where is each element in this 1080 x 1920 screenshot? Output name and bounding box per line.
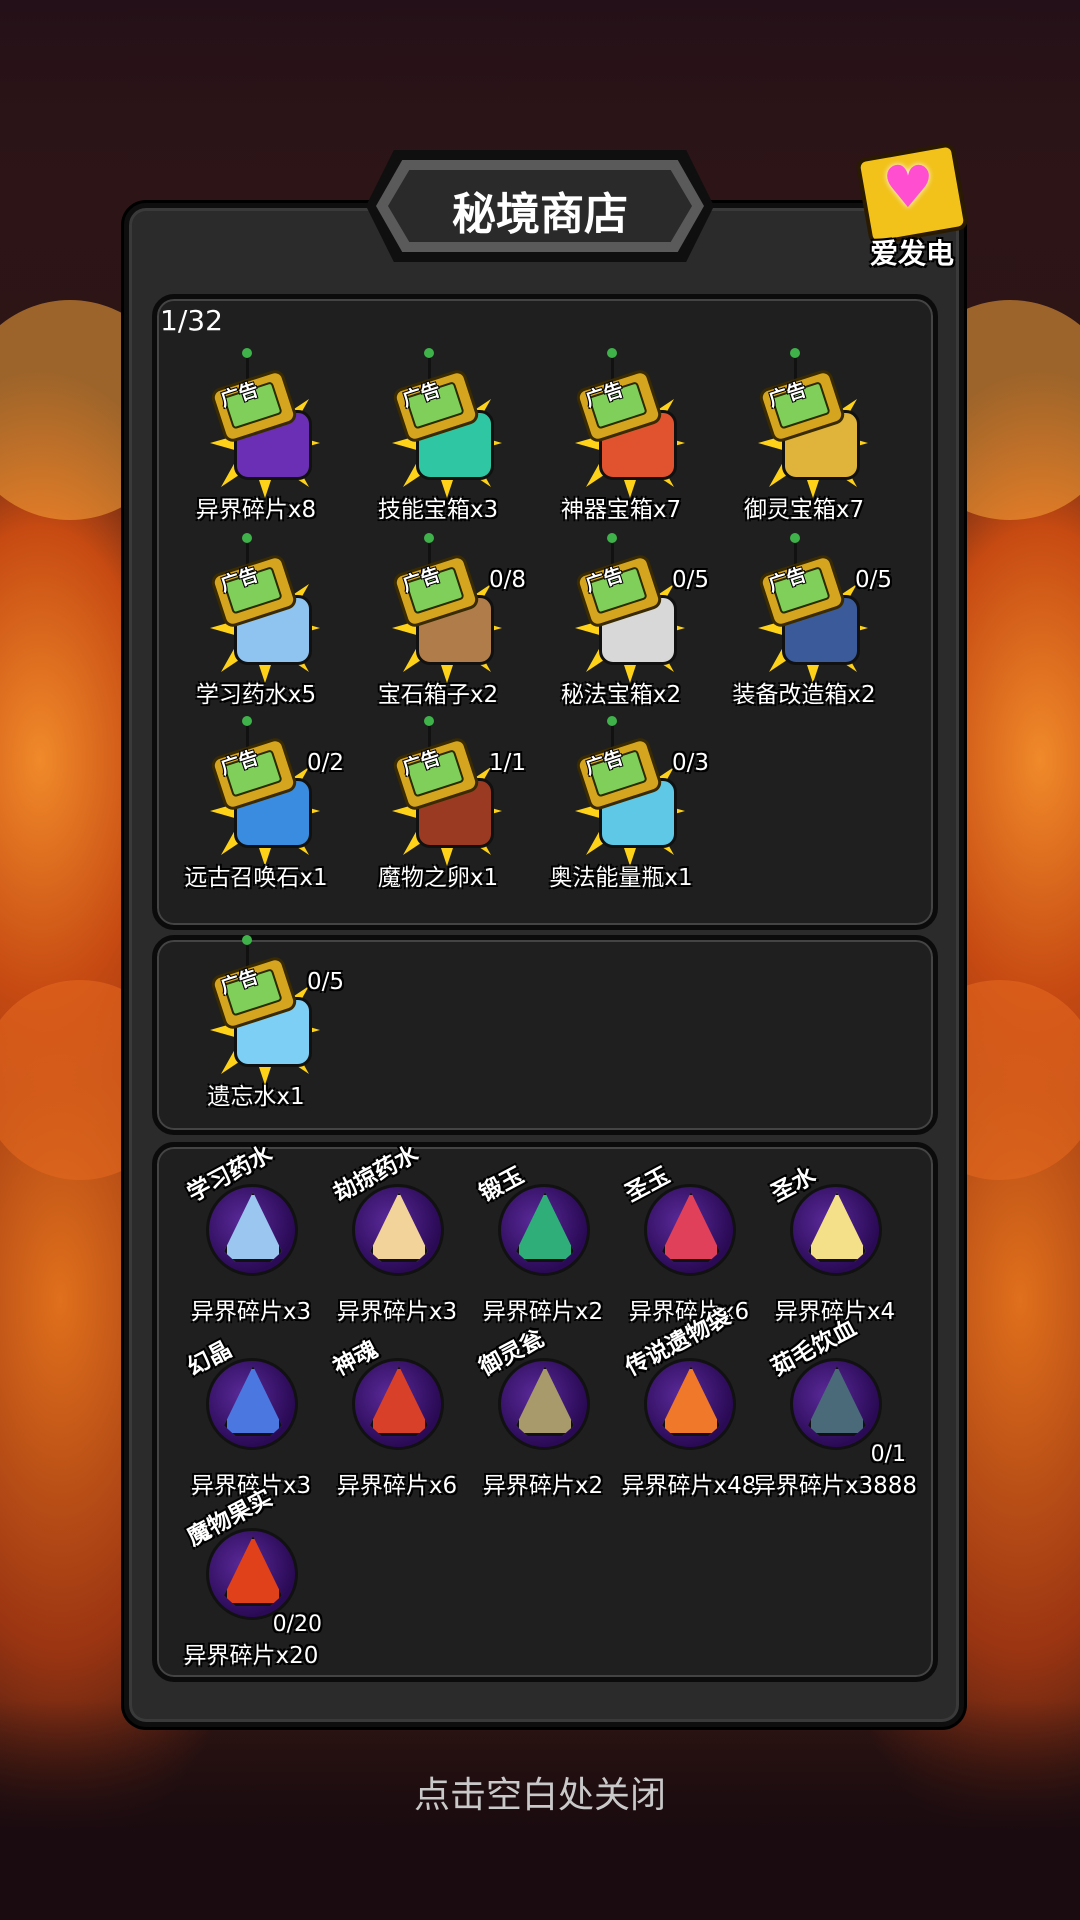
shop-item[interactable]: 魔物果实 0/20 异界碎片x20 bbox=[176, 1485, 322, 1669]
ad-reward-item[interactable]: 广告 魔物之卵x1 1/1 bbox=[358, 716, 526, 891]
ad-counter: 1/32 bbox=[160, 304, 223, 337]
item-name: 遗忘水x1 bbox=[207, 1084, 305, 1110]
item-name: 神器宝箱x7 bbox=[560, 497, 682, 523]
purchase-count: 0/3 bbox=[671, 750, 709, 776]
item-name: 秘法宝箱x2 bbox=[560, 682, 682, 708]
purchase-limit: 0/20 bbox=[272, 1612, 322, 1637]
item-name: 奥法能量瓶x1 bbox=[549, 865, 693, 891]
close-hint[interactable]: 点击空白处关闭 bbox=[0, 1766, 1080, 1818]
shop-item[interactable]: 锻玉 异界碎片x2 bbox=[468, 1163, 608, 1325]
ad-reward-item[interactable]: 广告 奥法能量瓶x1 0/3 bbox=[541, 716, 709, 891]
ad-reward-item[interactable]: 广告 学习药水x5 bbox=[176, 533, 336, 708]
item-name: 学习药水x5 bbox=[195, 682, 317, 708]
ad-reward-item[interactable]: 广告 遗忘水x1 0/5 bbox=[176, 935, 344, 1110]
item-name: 装备改造箱x2 bbox=[732, 682, 876, 708]
ad-reward-item[interactable]: 广告 远古召唤石x1 0/2 bbox=[176, 716, 344, 891]
purchase-count: 0/5 bbox=[671, 567, 709, 593]
purchase-count: 0/2 bbox=[306, 750, 344, 776]
support-button[interactable]: ♥ 爱发电 bbox=[852, 140, 972, 270]
ad-reward-item[interactable]: 广告 装备改造箱x2 0/5 bbox=[724, 533, 892, 708]
ad-reward-item[interactable]: 广告 宝石箱子x2 0/8 bbox=[358, 533, 526, 708]
shop-item[interactable]: 神魂 异界碎片x6 bbox=[322, 1337, 462, 1499]
shop-item[interactable]: 传说遗物袋 异界碎片x48 bbox=[614, 1304, 756, 1499]
item-name: 技能宝箱x3 bbox=[377, 497, 499, 523]
shop-item[interactable]: 圣玉 异界碎片x6 bbox=[614, 1163, 754, 1325]
shop-item[interactable]: 御灵瓮 异界碎片x2 bbox=[468, 1326, 608, 1499]
shop-item[interactable]: 幻晶 异界碎片x3 bbox=[176, 1337, 316, 1499]
page-title: 秘境商店 bbox=[452, 189, 628, 240]
shop-item[interactable]: 学习药水 异界碎片x3 bbox=[176, 1141, 316, 1325]
item-name: 御灵宝箱x7 bbox=[743, 497, 865, 523]
ad-reward-item[interactable]: 广告 技能宝箱x3 bbox=[358, 348, 518, 523]
purchase-count: 1/1 bbox=[488, 750, 526, 776]
purchase-count: 0/8 bbox=[488, 567, 526, 593]
shop-item-price: 异界碎片x3888 bbox=[752, 1473, 918, 1499]
shop-item[interactable]: 圣水 异界碎片x4 bbox=[760, 1163, 900, 1325]
shop-item[interactable]: 茹毛饮血 0/1 异界碎片x3888 bbox=[753, 1315, 917, 1499]
ad-reward-item[interactable]: 广告 秘法宝箱x2 0/5 bbox=[541, 533, 709, 708]
purchase-limit: 0/1 bbox=[870, 1442, 906, 1467]
title-plate: 秘境商店 bbox=[366, 150, 714, 262]
shop-item-price: 异界碎片x20 bbox=[183, 1643, 319, 1669]
item-name: 异界碎片x8 bbox=[195, 497, 317, 523]
item-name: 魔物之卵x1 bbox=[377, 865, 499, 891]
ad-reward-item[interactable]: 广告 异界碎片x8 bbox=[176, 348, 336, 523]
support-label: 爱发电 bbox=[869, 237, 954, 270]
item-name: 宝石箱子x2 bbox=[377, 682, 499, 708]
ad-reward-item[interactable]: 广告 神器宝箱x7 bbox=[541, 348, 701, 523]
heart-icon: ♥ bbox=[882, 153, 934, 221]
purchase-count: 0/5 bbox=[854, 567, 892, 593]
ad-reward-item[interactable]: 广告 御灵宝箱x7 bbox=[724, 348, 884, 523]
shop-item[interactable]: 劫掠药水 异界碎片x3 bbox=[322, 1141, 462, 1325]
item-name: 远古召唤石x1 bbox=[184, 865, 328, 891]
purchase-count: 0/5 bbox=[306, 969, 344, 995]
